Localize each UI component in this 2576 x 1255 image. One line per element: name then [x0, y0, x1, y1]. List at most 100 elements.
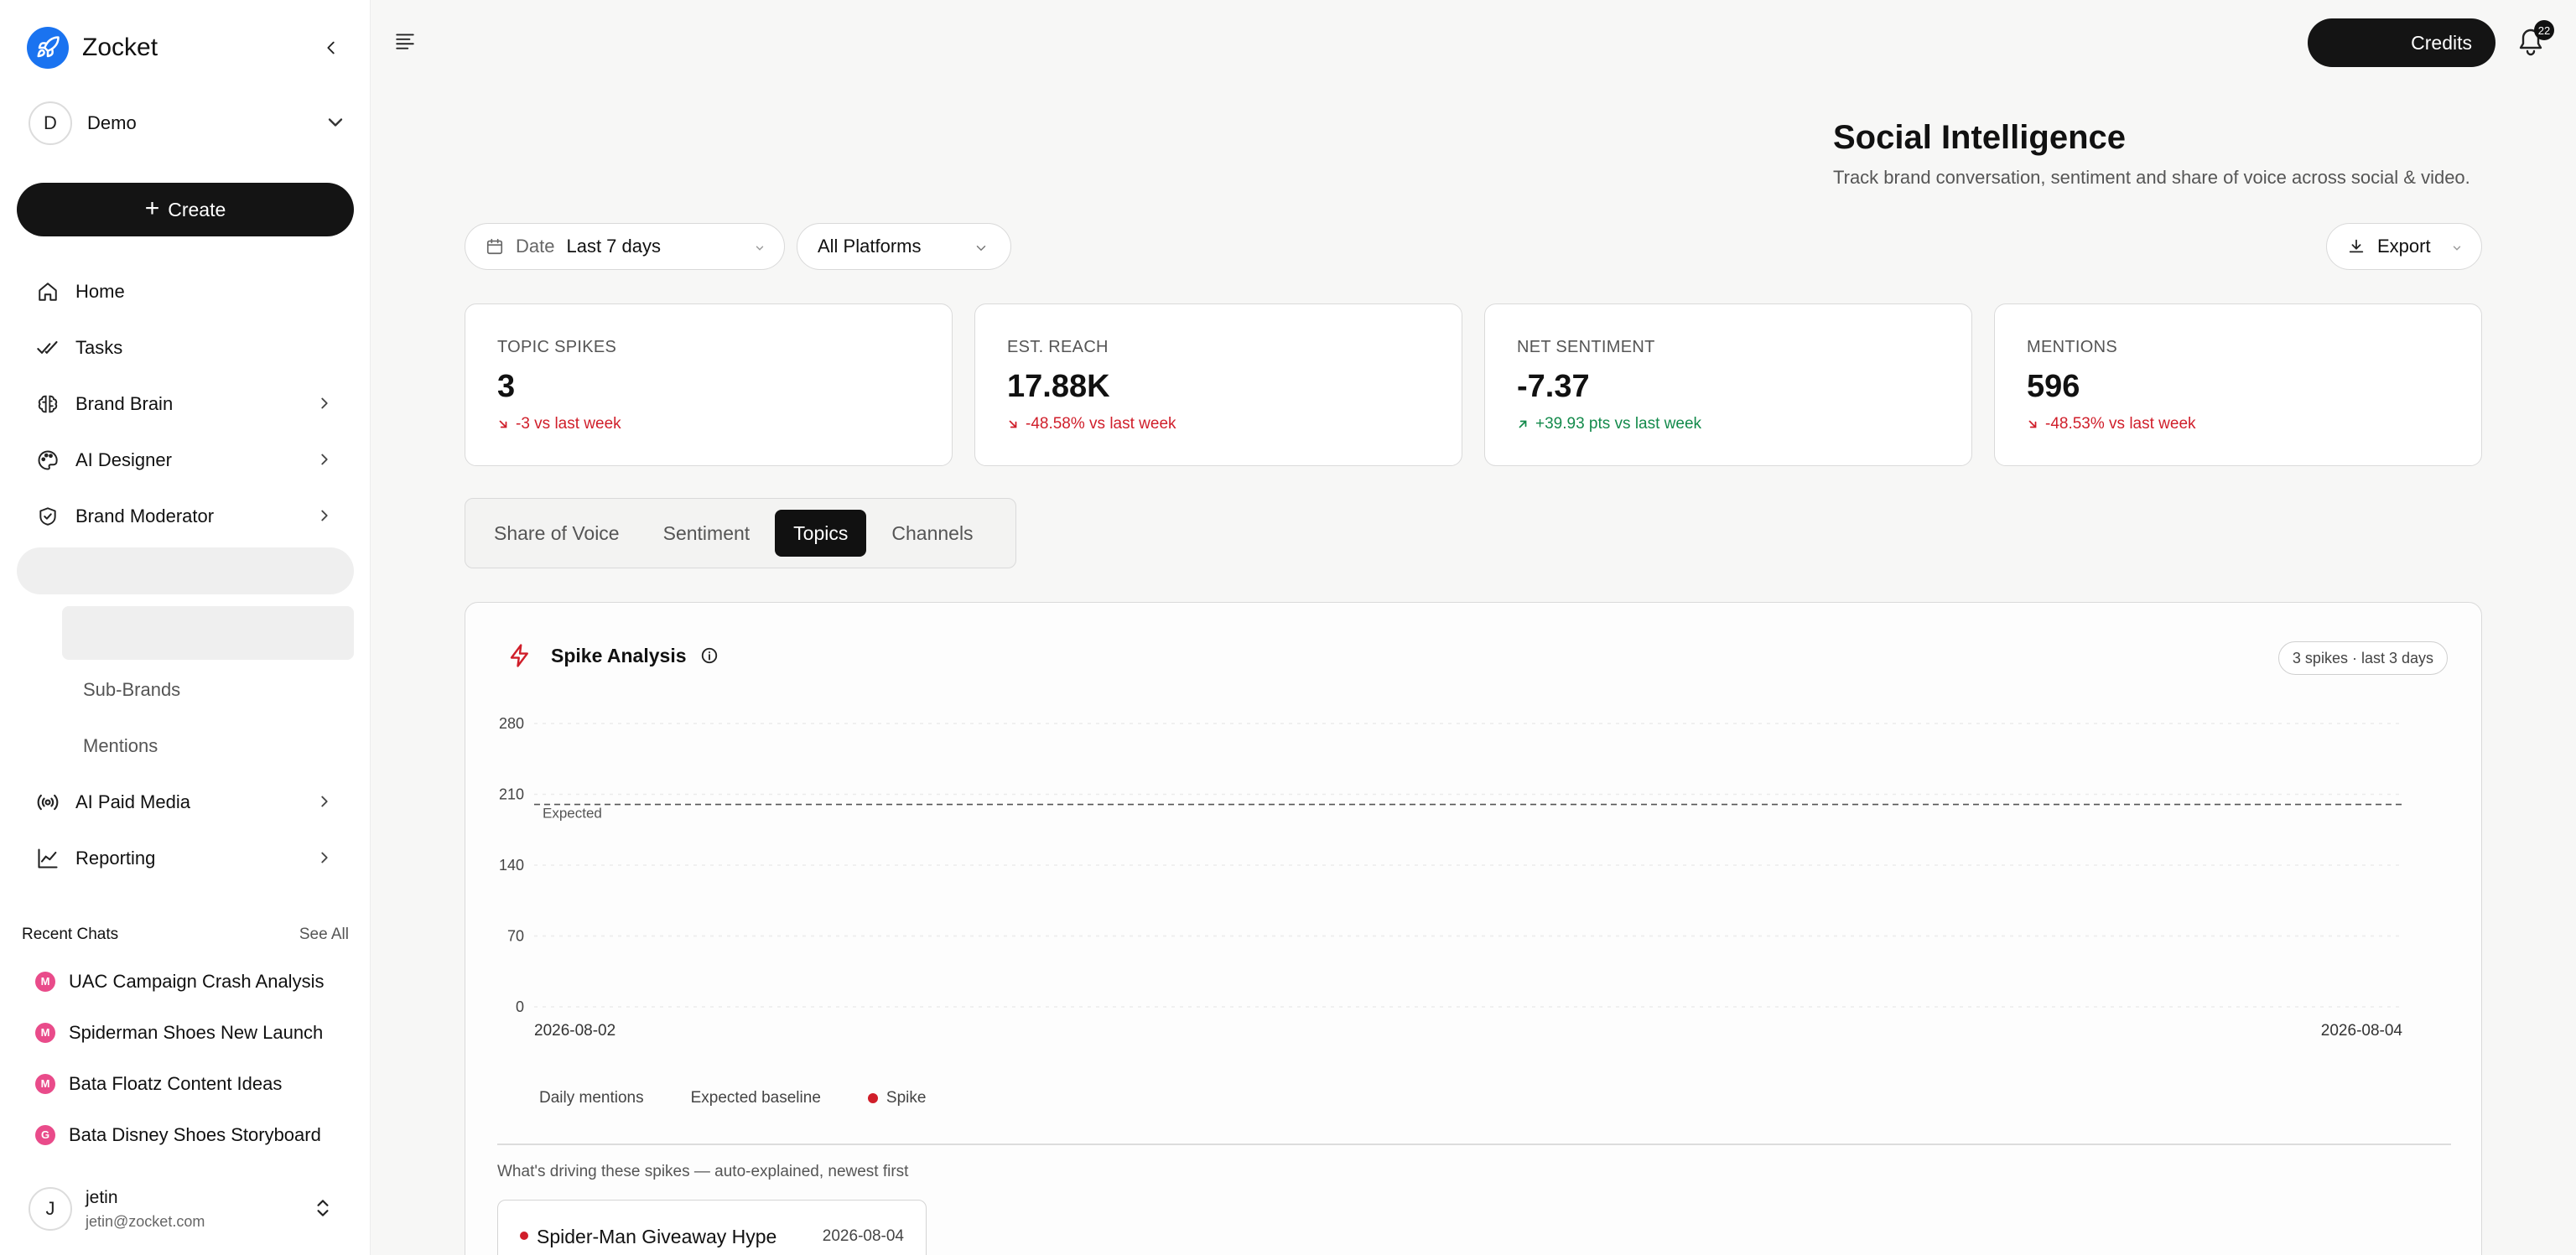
collapse-sidebar-button[interactable]	[319, 35, 344, 60]
y-tick-label: 140	[499, 857, 524, 874]
tab-share-of-voice[interactable]: Share of Voice	[475, 510, 638, 557]
brain-icon	[35, 392, 60, 417]
sidebar-item-label: Brand Brain	[75, 392, 174, 414]
recent-chats-list: M UAC Campaign Crash Analysis M Spiderma…	[17, 956, 352, 1160]
driver-title: Spider-Man Giveaway Hype	[537, 1226, 777, 1247]
spike-analysis-title: Spike Analysis	[551, 644, 687, 666]
recent-chat-item[interactable]: M UAC Campaign Crash Analysis	[17, 956, 352, 1007]
y-tick-label: 280	[499, 715, 524, 732]
sidebar-item-placeholder[interactable]	[17, 547, 354, 594]
platform-filter[interactable]: All Platforms	[797, 223, 1011, 270]
user-name: jetin	[86, 1187, 118, 1207]
chevron-left-icon	[327, 41, 335, 54]
sidebar-nav: Home Tasks Brand Brain AI Designer Brand…	[17, 263, 354, 886]
sidebar-item-label: AI Paid Media	[75, 791, 190, 812]
chevron-right-icon	[315, 506, 334, 525]
user-menu[interactable]: J jetin jetin@zocket.com	[29, 1182, 347, 1236]
sidebar-item-home[interactable]: Home	[17, 263, 354, 319]
legend-spike[interactable]: Spike	[867, 1089, 927, 1107]
analysis-tabs: Share of Voice Sentiment Topics Channels	[465, 498, 1016, 568]
kpi-label: MENTIONS	[2027, 338, 2117, 356]
chart-legend: Daily mentions Expected baseline Spike	[539, 1089, 926, 1107]
sidebar-subitem-placeholder[interactable]	[62, 606, 354, 660]
palette-icon	[35, 448, 60, 473]
chat-label: Bata Disney Shoes Storyboard	[69, 1123, 321, 1145]
home-icon	[35, 279, 60, 304]
tab-sentiment[interactable]: Sentiment	[645, 510, 769, 557]
rocket-logo-icon	[27, 27, 69, 69]
sidebar-subitem-mentions[interactable]: Mentions	[17, 718, 354, 774]
see-all-link[interactable]: See All	[299, 926, 349, 944]
brand-name: Zocket	[82, 34, 158, 61]
shield-icon	[35, 504, 60, 529]
chevron-down-icon	[324, 111, 347, 134]
chevron-down-icon	[974, 241, 989, 256]
page-title: Social Intelligence	[1833, 119, 2127, 156]
date-filter-label: Date	[516, 236, 555, 257]
chat-avatar: M	[35, 971, 55, 992]
date-filter[interactable]: Date Last 7 days	[465, 223, 785, 270]
kpi-delta-text: +39.93 pts vs last week	[1535, 415, 1702, 433]
kpi-value: 3	[497, 369, 516, 404]
sidebar: Zocket D Demo + Create Home Tasks Brand …	[0, 0, 371, 1255]
create-label: Create	[168, 198, 226, 220]
arrow-down-right-icon	[1009, 420, 1017, 428]
create-button[interactable]: + Create	[17, 183, 354, 236]
tab-topics[interactable]: Topics	[775, 510, 867, 557]
divider	[497, 1144, 2451, 1145]
sidebar-item-label: AI Designer	[75, 449, 172, 470]
recent-chats-header: Recent Chats See All	[22, 926, 349, 944]
legend-expected-baseline[interactable]: Expected baseline	[691, 1089, 821, 1107]
kpi-value: -7.37	[1517, 369, 1590, 404]
page-subtitle: Track brand conversation, sentiment and …	[1833, 167, 2470, 188]
sidebar-subitem-sub-brands[interactable]: Sub-Brands	[17, 661, 354, 718]
sidebar-item-ai-paid-media[interactable]: AI Paid Media	[17, 774, 354, 830]
sidebar-item-brand-moderator[interactable]: Brand Moderator	[17, 488, 354, 544]
menu-toggle-icon[interactable]	[394, 30, 416, 52]
x-tick-label: 2026-08-04	[2321, 1022, 2403, 1040]
recent-chat-item[interactable]: M Bata Floatz Content Ideas	[17, 1058, 352, 1109]
export-button[interactable]: Export	[2326, 223, 2482, 270]
sidebar-item-tasks[interactable]: Tasks	[17, 319, 354, 376]
recent-chat-item[interactable]: M Spiderman Shoes New Launch	[17, 1007, 352, 1058]
chevron-down-icon	[2451, 242, 2463, 254]
chevron-right-icon	[315, 848, 334, 867]
chat-label: Spiderman Shoes New Launch	[69, 1021, 324, 1043]
spike-analysis-card: Spike Analysis 3 spikes · last 3 days 0 7…	[465, 602, 2482, 1255]
workspace-name: Demo	[87, 112, 137, 133]
info-icon[interactable]	[700, 646, 719, 665]
legend-daily-mentions[interactable]: Daily mentions	[539, 1089, 644, 1107]
kpi-value: 596	[2027, 369, 2080, 404]
y-tick-label: 210	[499, 786, 524, 803]
sidebar-item-brand-brain[interactable]: Brand Brain	[17, 376, 354, 432]
sidebar-item-label: Reporting	[75, 847, 156, 869]
baseline-annotation: Expected	[543, 806, 602, 822]
legend-label: Spike	[886, 1089, 927, 1107]
y-tick-label: 70	[507, 928, 524, 945]
tab-channels[interactable]: Channels	[873, 510, 991, 557]
chat-avatar: G	[35, 1124, 55, 1145]
notifications-button[interactable]: 22	[2509, 17, 2554, 67]
chat-label: UAC Campaign Crash Analysis	[69, 970, 325, 992]
spike-chart: 0 70 140 210 280 2026-08-02 2026-08-04 Expected	[499, 715, 2403, 1040]
workspace-switcher[interactable]: D Demo	[29, 101, 347, 146]
kpi-card-mentions: MENTIONS 596 -48.53% vs last week	[1994, 303, 2482, 466]
sidebar-item-ai-designer[interactable]: AI Designer	[17, 432, 354, 488]
spike-driver-card[interactable]: Spider-Man Giveaway Hype 2026-08-04	[497, 1200, 927, 1255]
sidebar-item-label: Tasks	[75, 336, 123, 358]
lightning-icon	[507, 643, 532, 668]
legend-label: Daily mentions	[539, 1089, 644, 1107]
credits-button[interactable]: Credits	[2308, 18, 2496, 67]
plus-icon: +	[144, 194, 160, 222]
recent-chats-title: Recent Chats	[22, 926, 119, 943]
kpi-value: 17.88K	[1007, 369, 1110, 404]
sidebar-item-label: Brand Moderator	[75, 505, 215, 526]
chevron-right-icon	[315, 450, 334, 469]
kpi-delta: -3 vs last week	[497, 415, 952, 433]
credits-label: Credits	[2411, 31, 2472, 54]
chevron-right-icon	[315, 792, 334, 811]
sidebar-item-reporting[interactable]: Reporting	[17, 830, 354, 886]
brand[interactable]: Zocket	[27, 27, 158, 69]
workspace-avatar: D	[29, 101, 72, 145]
recent-chat-item[interactable]: G Bata Disney Shoes Storyboard	[17, 1109, 352, 1160]
